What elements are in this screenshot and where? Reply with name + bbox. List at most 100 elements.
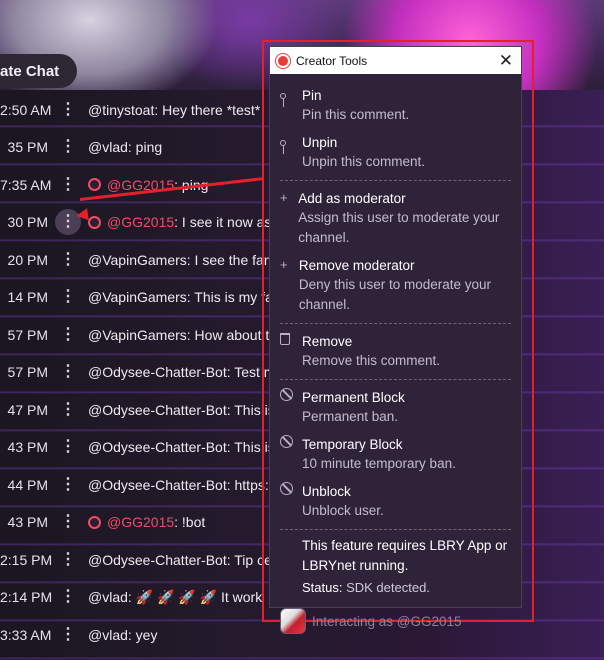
menu-item-add-as-moderator[interactable]: + Add as moderator Assign this user to mod… — [280, 185, 511, 252]
more-options-icon[interactable]: ⋮ — [55, 247, 81, 273]
message-content: @tinystoat: Hey there *test* — [88, 102, 260, 118]
message-username[interactable]: @Odysee-Chatter-Bot — [88, 402, 227, 418]
message-username[interactable]: @GG2015 — [107, 514, 174, 530]
menu-item-text: Pin Pin this comment. — [302, 86, 409, 125]
block-icon — [280, 482, 302, 500]
avatar — [280, 608, 306, 634]
creator-badge-icon — [88, 515, 101, 529]
menu-item-temporary-block[interactable]: Temporary Block 10 minute temporary ban. — [280, 431, 511, 478]
info-text: This feature requires LBRY App or LBRYne… — [302, 538, 508, 573]
message-content: @GG2015: I see it now as — [88, 214, 271, 230]
message-content: @vlad: yey — [88, 627, 157, 643]
menu-item-description: Permanent ban. — [302, 409, 399, 424]
menu-item-text: Add as moderator Assign this user to mode… — [298, 189, 511, 248]
message-timestamp: 57 PM — [7, 326, 48, 343]
message-username[interactable]: @VapinGamers — [88, 327, 187, 343]
more-options-icon[interactable]: ⋮ — [55, 322, 81, 348]
message-username[interactable]: @tinystoat — [88, 102, 154, 118]
message-timestamp: 57 PM — [7, 364, 48, 381]
creator-tools-menu: Pin Pin this comment. Unpin Unpin this comm… — [270, 74, 521, 634]
block-icon — [280, 388, 302, 406]
more-options-icon[interactable]: ⋮ — [55, 547, 81, 573]
message-timestamp: 43 PM — [7, 514, 48, 531]
message-username[interactable]: @vlad — [88, 139, 128, 155]
menu-item-label: Unblock — [302, 484, 351, 499]
trash-icon — [280, 332, 302, 350]
message-content: @VapinGamers: This is my fa — [88, 289, 273, 305]
message-content: @VapinGamers: I see the fan — [88, 252, 272, 268]
menu-item-remove[interactable]: Remove Remove this comment. — [280, 328, 511, 375]
message-content: @Odysee-Chatter-Bot: This is — [88, 402, 275, 418]
divider — [280, 379, 511, 380]
menu-item-permanent-block[interactable]: Permanent Block Permanent ban. — [280, 384, 511, 431]
plus-icon: + — [280, 257, 288, 272]
divider — [280, 180, 511, 181]
message-text: : !bot — [174, 514, 206, 531]
more-options-icon[interactable]: ⋮ — [55, 172, 81, 198]
message-timestamp: 47 PM — [7, 401, 48, 418]
message-username[interactable]: @VapinGamers — [88, 289, 187, 305]
message-username[interactable]: @GG2015 — [107, 214, 174, 230]
menu-item-text: Temporary Block 10 minute temporary ban. — [302, 435, 456, 474]
message-username[interactable]: @Odysee-Chatter-Bot — [88, 439, 227, 455]
odysee-logo-icon — [276, 53, 290, 68]
message-timestamp: 3:33 AM — [0, 626, 52, 643]
interacting-as: Interacting as @GG2015 — [280, 608, 511, 634]
more-options-icon[interactable]: ⋮ — [55, 359, 81, 385]
message-username[interactable]: @VapinGamers — [88, 252, 187, 268]
more-options-icon[interactable]: ⋮ — [55, 97, 81, 123]
more-options-icon[interactable]: ⋮ — [55, 284, 81, 310]
message-username[interactable]: @Odysee-Chatter-Bot — [88, 552, 227, 568]
message-timestamp: 43 PM — [7, 439, 48, 456]
creator-tools-dialog: Creator Tools ✕ Pin Pin this comment. Unpi… — [270, 47, 521, 634]
annotation-arrow-head — [75, 208, 89, 222]
more-options-icon[interactable]: ⋮ — [55, 397, 81, 423]
message-timestamp: 2:15 PM — [0, 551, 53, 568]
block-icon — [280, 435, 302, 453]
message-content: @GG2015: !bot — [88, 514, 205, 530]
message-timestamp: 35 PM — [7, 139, 48, 156]
menu-item-description: Remove this comment. — [302, 353, 441, 368]
pin-icon — [280, 133, 302, 154]
more-options-icon[interactable]: ⋮ — [55, 434, 81, 460]
menu-item-text: Remove Remove this comment. — [302, 332, 440, 371]
message-username[interactable]: @vlad — [88, 627, 128, 643]
status-label: Status: — [302, 580, 343, 595]
message-text: : yey — [127, 626, 158, 643]
dialog-title: Creator Tools — [296, 53, 368, 68]
dialog-titlebar: Creator Tools ✕ — [270, 47, 521, 74]
message-content: @Odysee-Chatter-Bot: https: — [88, 477, 269, 493]
creator-badge-icon — [88, 178, 101, 192]
menu-item-text: Permanent Block Permanent ban. — [302, 388, 405, 427]
message-username[interactable]: @vlad — [88, 589, 128, 605]
menu-item-label: Add as moderator — [298, 191, 406, 206]
message-username[interactable]: @Odysee-Chatter-Bot — [88, 477, 227, 493]
menu-item-description: Unblock user. — [302, 503, 384, 518]
menu-item-label: Unpin — [302, 135, 338, 150]
menu-item-label: Pin — [302, 88, 322, 103]
menu-item-remove-moderator[interactable]: + Remove moderator Deny this user to moder… — [280, 252, 511, 319]
more-options-icon[interactable]: ⋮ — [55, 622, 81, 648]
message-text: : 🚀 🚀 🚀 🚀 It work — [127, 588, 263, 605]
message-text: : This is my fa — [186, 289, 273, 306]
divider — [280, 529, 511, 530]
message-text: : I see it now as — [174, 214, 272, 231]
more-options-icon[interactable]: ⋮ — [55, 509, 81, 535]
message-timestamp: 14 PM — [7, 289, 48, 306]
more-options-icon[interactable]: ⋮ — [55, 134, 81, 160]
menu-item-description: Pin this comment. — [302, 107, 410, 122]
interacting-as-label: Interacting as @GG2015 — [312, 613, 462, 629]
menu-item-description: Unpin this comment. — [302, 154, 426, 169]
chat-title-button[interactable]: ate Chat — [0, 54, 78, 88]
menu-item-unblock[interactable]: Unblock Unblock user. — [280, 478, 511, 525]
close-icon[interactable]: ✕ — [499, 52, 513, 69]
menu-item-label: Remove — [302, 334, 353, 349]
menu-item-unpin[interactable]: Unpin Unpin this comment. — [280, 129, 511, 176]
message-username[interactable]: @Odysee-Chatter-Bot — [88, 364, 227, 380]
more-options-icon[interactable]: ⋮ — [55, 584, 81, 610]
plus-icon: + — [280, 190, 288, 205]
message-timestamp: 30 PM — [7, 214, 48, 231]
menu-item-pin[interactable]: Pin Pin this comment. — [280, 82, 511, 129]
message-text: : I see the fan — [186, 251, 272, 268]
more-options-icon[interactable]: ⋮ — [55, 472, 81, 498]
